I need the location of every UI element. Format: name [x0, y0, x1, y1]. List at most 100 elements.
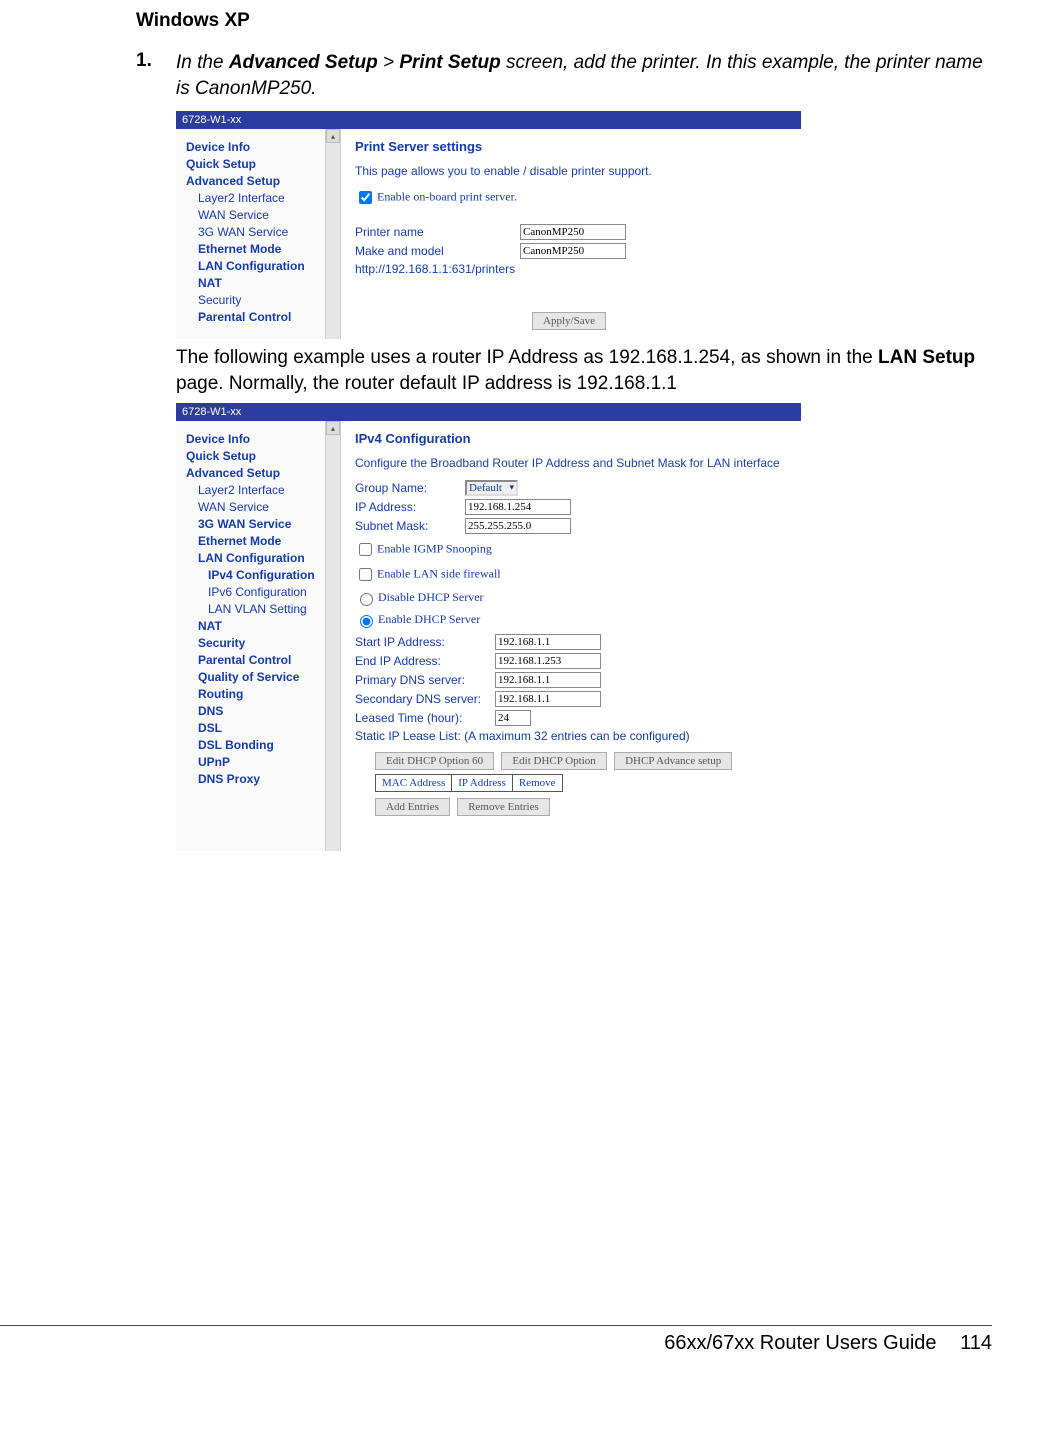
para-c: page. Normally, the router default IP ad… [176, 373, 677, 394]
nav-ethernet[interactable]: Ethernet Mode [198, 242, 340, 256]
nav-security[interactable]: Security [198, 636, 340, 650]
apply-save-button[interactable]: Apply/Save [532, 312, 606, 330]
nav-parental[interactable]: Parental Control [198, 310, 340, 324]
lease-table: MAC AddressIP AddressRemove [375, 774, 563, 792]
enable-dhcp-label: Enable DHCP Server [378, 612, 480, 626]
content-pane: IPv4 Configuration Configure the Broadba… [341, 421, 801, 851]
content-title: IPv4 Configuration [355, 431, 787, 446]
make-model-input[interactable] [520, 243, 626, 259]
igmp-checkbox[interactable]: Enable IGMP Snooping [355, 540, 787, 559]
screenshot-print-server: 6728-W1-xx ▴ Device Info Quick Setup Adv… [176, 111, 801, 339]
title-bar: 6728-W1-xx [176, 111, 801, 129]
edit-opt60-button[interactable]: Edit DHCP Option 60 [375, 752, 494, 770]
firewall-label: Enable LAN side firewall [377, 566, 501, 580]
nav-qos[interactable]: Quality of Service [198, 670, 340, 684]
nav-routing[interactable]: Routing [198, 687, 340, 701]
nav-dns-proxy[interactable]: DNS Proxy [198, 772, 340, 786]
nav-ethernet[interactable]: Ethernet Mode [198, 534, 340, 548]
dhcp-advance-button[interactable]: DHCP Advance setup [614, 752, 732, 770]
step-text-intro: In the [176, 52, 229, 73]
nav-parental[interactable]: Parental Control [198, 653, 340, 667]
nav-upnp[interactable]: UPnP [198, 755, 340, 769]
printer-url: http://192.168.1.1:631/printers [355, 262, 515, 276]
ip-address-input[interactable] [465, 499, 571, 515]
start-ip-label: Start IP Address: [355, 635, 495, 649]
nav-wan[interactable]: WAN Service [198, 500, 340, 514]
nav-wan[interactable]: WAN Service [198, 208, 340, 222]
content-desc: This page allows you to enable / disable… [355, 164, 787, 178]
step-number: 1. [136, 50, 176, 101]
subnet-mask-input[interactable] [465, 518, 571, 534]
nav-nat[interactable]: NAT [198, 276, 340, 290]
group-name-select[interactable]: Default [465, 480, 518, 496]
step-gt: > [378, 52, 400, 73]
sdns-input[interactable] [495, 691, 601, 707]
step-bold-1: Advanced Setup [229, 52, 378, 73]
page-footer: 66xx/67xx Router Users Guide 114 [0, 1325, 992, 1355]
enable-print-server-checkbox[interactable]: Enable on-board print server. [355, 188, 787, 207]
subnet-mask-label: Subnet Mask: [355, 519, 465, 533]
checkbox-icon[interactable] [359, 191, 372, 204]
nav-vlan[interactable]: LAN VLAN Setting [208, 602, 340, 616]
nav-device-info[interactable]: Device Info [186, 432, 340, 446]
nav-quick-setup[interactable]: Quick Setup [186, 449, 340, 463]
th-ip: IP Address [452, 775, 513, 792]
checkbox-icon[interactable] [359, 568, 372, 581]
nav-layer2[interactable]: Layer2 Interface [198, 191, 340, 205]
radio-icon[interactable] [360, 593, 373, 606]
pdns-label: Primary DNS server: [355, 673, 495, 687]
end-ip-label: End IP Address: [355, 654, 495, 668]
nav-nat[interactable]: NAT [198, 619, 340, 633]
nav-dns[interactable]: DNS [198, 704, 340, 718]
nav-advanced-setup[interactable]: Advanced Setup [186, 466, 340, 480]
para-a: The following example uses a router IP A… [176, 347, 878, 368]
end-ip-input[interactable] [495, 653, 601, 669]
nav-lan[interactable]: LAN Configuration [198, 259, 340, 273]
checkbox-label: Enable on-board print server. [377, 190, 517, 204]
static-lease-text: Static IP Lease List: (A maximum 32 entr… [355, 729, 690, 743]
nav-quick-setup[interactable]: Quick Setup [186, 157, 340, 171]
th-remove: Remove [512, 775, 562, 792]
edit-opt-button[interactable]: Edit DHCP Option [501, 752, 606, 770]
footer-text: 66xx/67xx Router Users Guide [664, 1332, 936, 1354]
nav-3gwan[interactable]: 3G WAN Service [198, 517, 340, 531]
printer-name-input[interactable] [520, 224, 626, 240]
pdns-input[interactable] [495, 672, 601, 688]
disable-dhcp-radio[interactable]: Disable DHCP Server [355, 590, 787, 606]
step-text: In the Advanced Setup > Print Setup scre… [176, 50, 992, 101]
nav-ipv4[interactable]: IPv4 Configuration [208, 568, 340, 582]
scrollbar[interactable]: ▴ [325, 129, 340, 339]
radio-icon[interactable] [360, 615, 373, 628]
scrollbar[interactable]: ▴ [325, 421, 340, 851]
nav-device-info[interactable]: Device Info [186, 140, 340, 154]
igmp-label: Enable IGMP Snooping [377, 541, 492, 555]
nav-3gwan[interactable]: 3G WAN Service [198, 225, 340, 239]
scroll-up-icon[interactable]: ▴ [326, 421, 340, 435]
leased-time-input[interactable] [495, 710, 531, 726]
nav-dsl-bonding[interactable]: DSL Bonding [198, 738, 340, 752]
remove-entries-button[interactable]: Remove Entries [457, 798, 550, 816]
start-ip-input[interactable] [495, 634, 601, 650]
nav-ipv6[interactable]: IPv6 Configuration [208, 585, 340, 599]
leased-time-label: Leased Time (hour): [355, 711, 495, 725]
paragraph-lan-setup: The following example uses a router IP A… [176, 345, 992, 396]
nav-advanced-setup[interactable]: Advanced Setup [186, 174, 340, 188]
make-model-label: Make and model [355, 244, 520, 258]
add-entries-button[interactable]: Add Entries [375, 798, 450, 816]
scroll-up-icon[interactable]: ▴ [326, 129, 340, 143]
content-pane: Print Server settings This page allows y… [341, 129, 801, 339]
enable-dhcp-radio[interactable]: Enable DHCP Server [355, 612, 787, 628]
step-bold-2: Print Setup [399, 52, 500, 73]
page-number: 114 [960, 1332, 992, 1355]
title-bar: 6728-W1-xx [176, 403, 801, 421]
checkbox-icon[interactable] [359, 543, 372, 556]
nav-lan[interactable]: LAN Configuration [198, 551, 340, 565]
sdns-label: Secondary DNS server: [355, 692, 495, 706]
nav-layer2[interactable]: Layer2 Interface [198, 483, 340, 497]
section-heading: Windows XP [136, 10, 992, 32]
nav-dsl[interactable]: DSL [198, 721, 340, 735]
group-name-label: Group Name: [355, 481, 465, 495]
firewall-checkbox[interactable]: Enable LAN side firewall [355, 565, 787, 584]
content-title: Print Server settings [355, 139, 787, 154]
nav-security[interactable]: Security [198, 293, 340, 307]
